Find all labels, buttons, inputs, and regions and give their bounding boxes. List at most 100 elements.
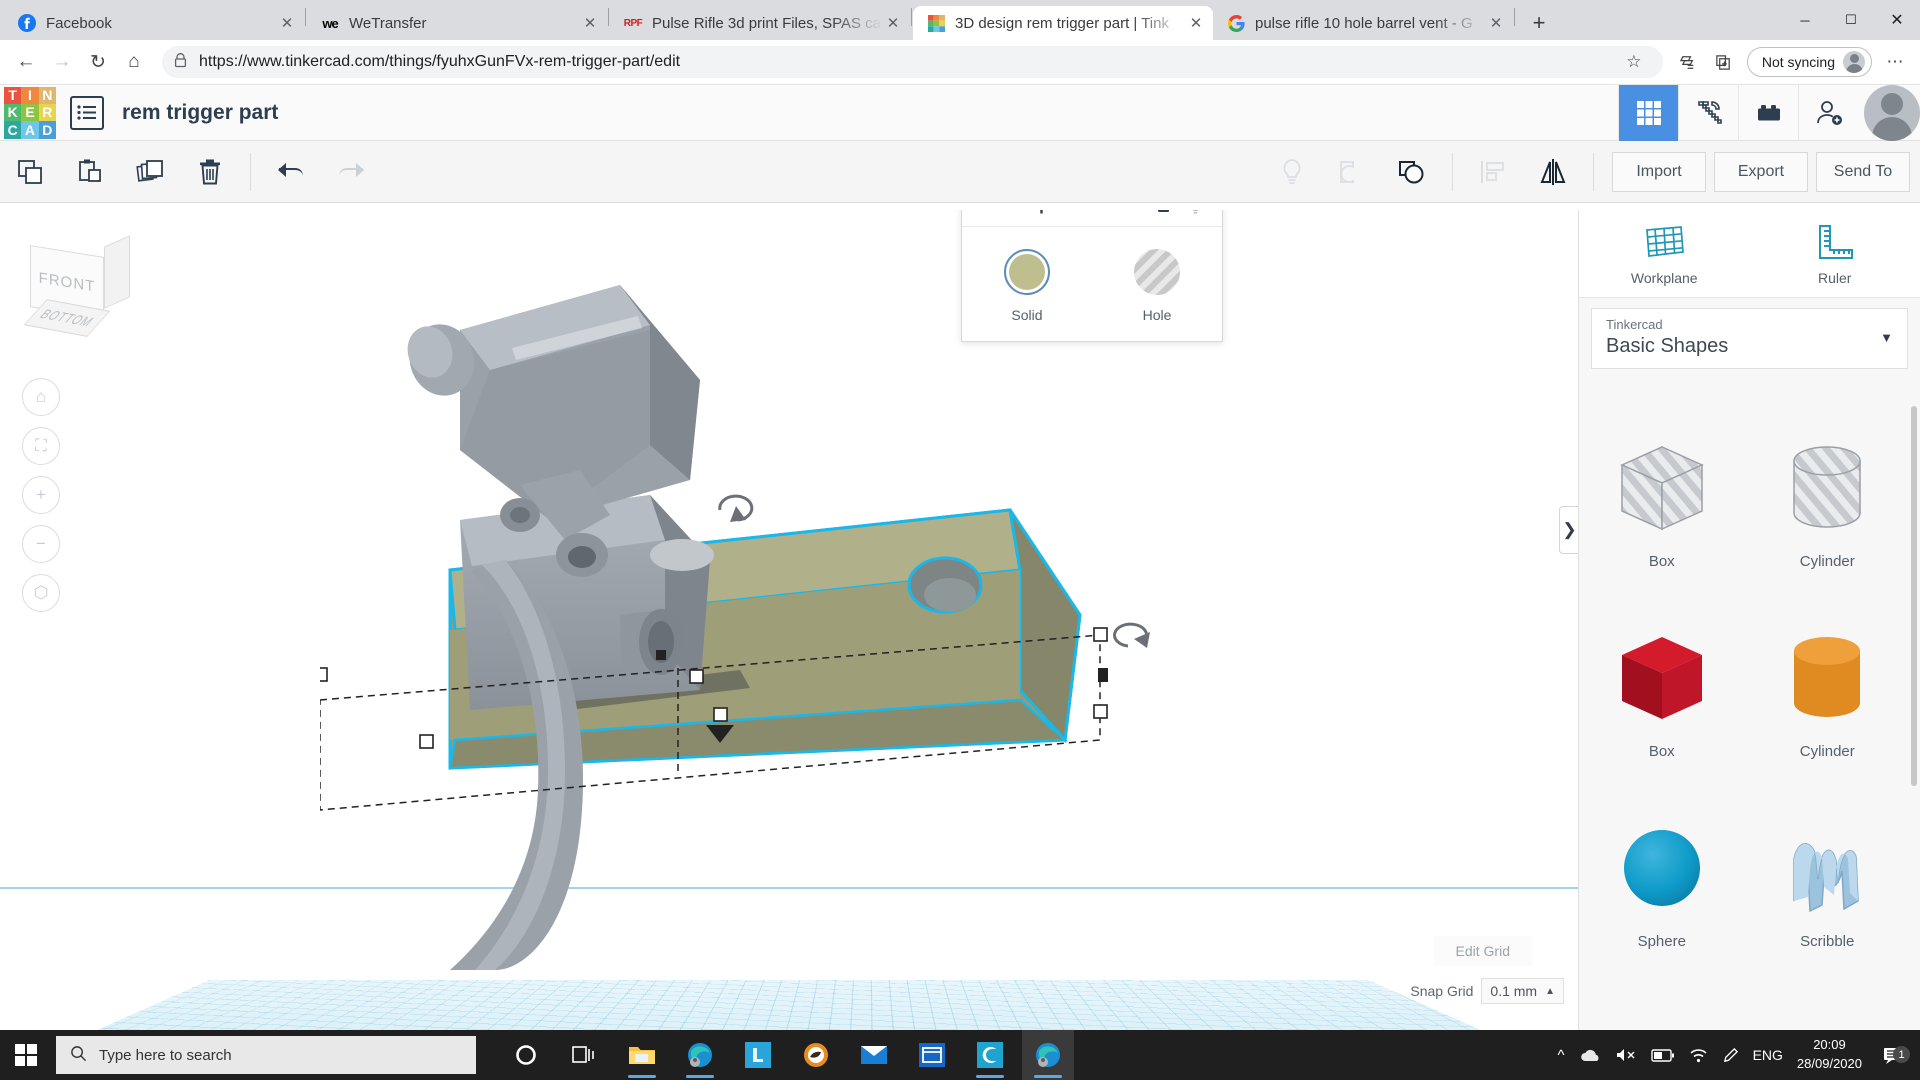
window-app-icon[interactable] [906,1030,958,1080]
browser-tab-wetransfer[interactable]: we WeTransfer ✕ [307,6,607,40]
shape-item-sphere[interactable]: Sphere [1579,786,1745,976]
ortho-perspective-toggle[interactable]: ⬡ [22,574,60,612]
unlock-icon[interactable] [1150,210,1180,220]
browser-tab-google-search[interactable]: pulse rifle 10 hole barrel vent - G ✕ [1213,6,1513,40]
profile-sync-button[interactable]: Not syncing [1746,47,1872,77]
triangle-up-icon[interactable]: ▲ [974,210,996,216]
close-window-button[interactable]: ✕ [1874,0,1920,40]
browser-tab-pulse-rifle-files[interactable]: RPF Pulse Rifle 3d print Files, SPAS ca … [610,6,910,40]
fit-to-view-button[interactable]: ⛶ [22,427,60,465]
3d-viewport[interactable]: FRONT BOTTOM ⌂ ⛶ + − ⬡ Solid Hole ❯ Edit… [0,210,1578,1030]
ungroup-icon[interactable] [1382,150,1442,194]
battery-icon[interactable] [1650,1048,1675,1062]
home-button[interactable]: ⌂ [116,44,152,80]
paste-icon[interactable] [60,150,120,194]
close-icon[interactable]: ✕ [882,12,904,34]
wifi-icon[interactable] [1689,1048,1708,1063]
forward-button[interactable]: → [44,44,80,80]
favorite-star-icon[interactable]: ☆ [1617,45,1651,79]
group-icon[interactable] [1322,150,1382,194]
close-icon[interactable]: ✕ [1485,12,1507,34]
page-title[interactable]: rem trigger part [122,101,278,125]
ruler-tool[interactable]: Ruler [1749,210,1920,297]
home-view-button[interactable]: ⌂ [22,378,60,416]
send-to-button[interactable]: Send To [1816,151,1910,192]
collections-icon[interactable] [1673,45,1707,79]
align-icon[interactable] [1463,150,1523,194]
avatar[interactable] [1864,84,1920,141]
close-icon[interactable]: ✕ [1185,12,1207,34]
workplane-tool[interactable]: Workplane [1579,210,1750,297]
browser-tab-facebook[interactable]: Facebook ✕ [4,6,304,40]
maximize-button[interactable]: ☐ [1828,0,1874,40]
hole-swatch[interactable] [1134,249,1180,295]
shape-item-box[interactable]: Box [1579,596,1745,786]
duplicate-icon[interactable] [120,150,180,194]
onedrive-icon[interactable] [1579,1048,1601,1063]
undo-icon[interactable] [261,150,321,194]
volume-muted-icon[interactable] [1615,1047,1637,1063]
mirror-icon[interactable] [1523,150,1583,194]
add-user-icon[interactable] [1798,84,1858,141]
chevron-up-icon[interactable]: ^ [1558,1047,1565,1064]
export-button[interactable]: Export [1714,151,1808,192]
browser-essentials-icon[interactable] [1707,45,1741,79]
tinkercad-logo-icon[interactable]: T I N K E R C A D [4,86,56,139]
minecraft-pickaxe-icon[interactable] [1678,84,1738,141]
view-cube-side[interactable] [104,235,130,309]
search-placeholder: Type here to search [99,1046,232,1064]
shape-library-select[interactable]: Tinkercad Basic Shapes ▼ [1591,308,1908,369]
cura-icon[interactable] [964,1030,1016,1080]
shape-item-cylinder[interactable]: Cylinder [1745,596,1911,786]
search-input[interactable]: Type here to search [56,1036,476,1074]
view-cube[interactable]: FRONT BOTTOM [22,235,142,345]
redo-icon[interactable] [321,150,381,194]
cortana-icon[interactable] [500,1030,552,1080]
copy-icon[interactable] [0,150,60,194]
browser-tab-tinkercad[interactable]: 3D design rem trigger part | Tink ✕ [913,6,1213,40]
zoom-in-button[interactable]: + [22,476,60,514]
import-button[interactable]: Import [1612,151,1706,192]
file-explorer-icon[interactable] [616,1030,668,1080]
lightbulb-icon[interactable] [1262,150,1322,194]
shape-hole-option[interactable]: Hole [1092,249,1222,323]
list-icon[interactable] [70,95,104,130]
chevron-down-icon[interactable]: ▼ [1880,330,1893,345]
edge-active-icon[interactable] [1022,1030,1074,1080]
back-button[interactable]: ← [8,44,44,80]
chevron-right-icon[interactable]: ❯ [1559,506,1578,554]
close-icon[interactable]: ✕ [276,12,298,34]
edit-grid-button[interactable]: Edit Grid [1433,936,1532,966]
solid-swatch[interactable] [1004,249,1050,295]
shape-panel: ▲ Shape Solid Hole [961,210,1223,342]
reload-button[interactable]: ↻ [80,44,116,80]
shape-item-scribble[interactable]: Scribble [1745,786,1911,976]
new-tab-button[interactable]: + [1522,6,1556,40]
pen-icon[interactable] [1722,1047,1739,1064]
close-icon[interactable]: ✕ [579,12,601,34]
task-view-icon[interactable] [558,1030,610,1080]
lego-brick-icon[interactable] [1738,84,1798,141]
language-indicator[interactable]: ENG [1753,1047,1783,1063]
delete-icon[interactable] [180,150,240,194]
handbrake-icon[interactable] [790,1030,842,1080]
clock[interactable]: 20:09 28/09/2020 [1797,1036,1862,1074]
clock-date: 28/09/2020 [1796,1056,1862,1071]
minimize-button[interactable]: ─ [1782,0,1828,40]
lightburn-icon[interactable] [732,1030,784,1080]
zoom-out-button[interactable]: − [22,525,60,563]
windows-start-icon[interactable] [0,1030,52,1080]
sidebar-scrollbar[interactable] [1911,406,1917,786]
shape-solid-option[interactable]: Solid [962,249,1092,323]
lightbulb-icon[interactable] [1180,210,1210,220]
snap-grid-select[interactable]: 0.1 mm ▲ [1481,978,1564,1004]
notifications-icon[interactable]: 1 [1876,1045,1910,1065]
model-3d-object[interactable] [313,270,1220,970]
mail-icon[interactable] [848,1030,900,1080]
shape-item-hole-cylinder[interactable]: Cylinder [1745,406,1911,596]
grid-icon[interactable] [1618,84,1678,141]
ellipsis-icon[interactable]: ⋯ [1878,45,1912,79]
address-bar[interactable]: https://www.tinkercad.com/things/fyuhxGu… [162,46,1663,78]
shape-item-hole-box[interactable]: Box [1579,406,1745,596]
microsoft-edge-icon[interactable] [674,1030,726,1080]
